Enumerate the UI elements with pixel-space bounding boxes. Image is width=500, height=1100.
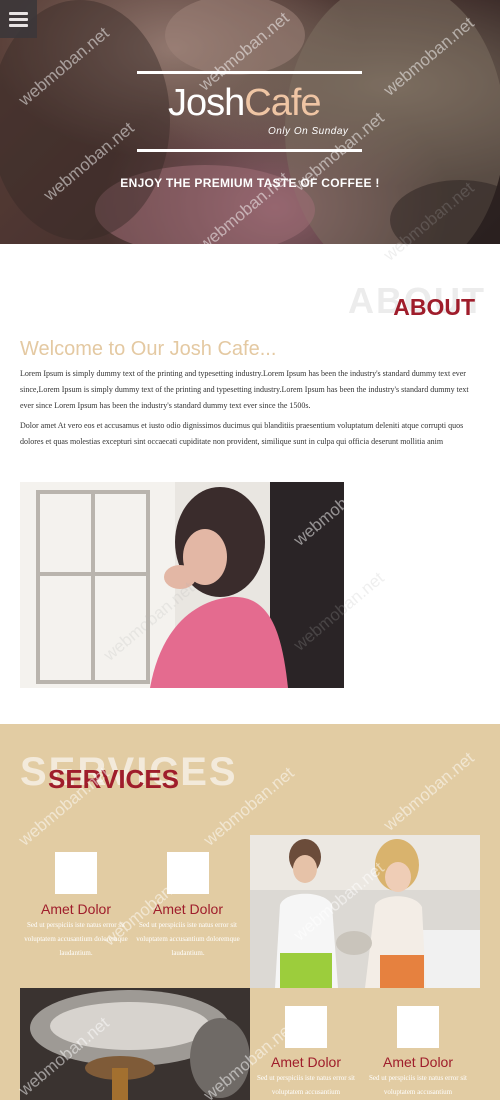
hero-subtitle: ENJOY THE PREMIUM TASTE OF COFFEE ! bbox=[120, 176, 380, 190]
service-3-description: Sed ut perspiciis iste natus error sit v… bbox=[257, 1074, 355, 1096]
hero-top-rule bbox=[137, 71, 362, 74]
service-4-description: Sed ut perspiciis iste natus error sit v… bbox=[369, 1074, 467, 1096]
service-2-icon bbox=[167, 852, 209, 894]
logo-part-josh: Josh bbox=[168, 82, 245, 124]
about-paragraph-1: Lorem Ipsum is simply dummy text of the … bbox=[20, 369, 469, 410]
welcome-heading: Welcome to Our Josh Cafe... bbox=[20, 338, 277, 360]
services-title: SERVICES bbox=[48, 764, 180, 794]
about-paragraph-2: Dolor amet At vero eos et accusamus et i… bbox=[20, 421, 464, 446]
service-3-title: Amet Dolor bbox=[270, 1054, 342, 1070]
service-1-description: Sed ut perspiciis iste natus error sit v… bbox=[24, 921, 128, 957]
service-4-title: Amet Dolor bbox=[382, 1054, 454, 1070]
service-1-icon bbox=[55, 852, 97, 894]
service-4-icon bbox=[397, 1006, 439, 1048]
logo-part-cafe: Cafe bbox=[244, 82, 321, 124]
hero-tagline: Only On Sunday bbox=[268, 126, 349, 137]
service-2-title: Amet Dolor bbox=[152, 901, 224, 917]
service-1-title: Amet Dolor bbox=[40, 901, 112, 917]
service-2-description: Sed ut perspiciis iste natus error sit v… bbox=[136, 921, 240, 957]
hamburger-icon[interactable] bbox=[0, 0, 37, 38]
services-photo-couple bbox=[250, 835, 480, 988]
hero-bottom-rule bbox=[137, 149, 362, 152]
service-3-icon bbox=[285, 1006, 327, 1048]
logo[interactable]: JoshCafe bbox=[168, 82, 322, 125]
services-photo-espresso bbox=[20, 988, 250, 1100]
about-title: ABOUT bbox=[393, 294, 475, 320]
about-photo bbox=[20, 482, 344, 688]
